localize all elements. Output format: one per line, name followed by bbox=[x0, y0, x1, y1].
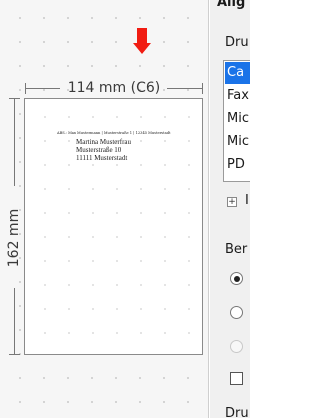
height-dimension-tick-bottom bbox=[9, 354, 20, 355]
envelope-preview: ABS.: Max Mustermann | Musterstraße 1 | … bbox=[24, 98, 203, 355]
bottom-section-label: Dru bbox=[225, 406, 249, 418]
printer-listbox[interactable]: Ca Fax Mic Mic PD bbox=[223, 60, 250, 182]
printer-list-item[interactable]: PD bbox=[225, 154, 250, 176]
feed-direction-arrow-head-icon bbox=[133, 43, 151, 54]
sender-return-address: ABS.: Max Mustermann | Musterstraße 1 | … bbox=[57, 131, 171, 135]
width-dimension-tick-left bbox=[25, 83, 26, 94]
section-label: Ber bbox=[225, 242, 248, 257]
printer-list-item[interactable]: Mic bbox=[225, 131, 250, 153]
height-dimension-line-top bbox=[14, 98, 15, 186]
panel-title: Allg bbox=[217, 0, 246, 10]
printer-list-item[interactable]: Ca bbox=[225, 62, 250, 84]
envelope-preview-area: 114 mm (C6) 162 mm ABS.: Max Mustermann … bbox=[0, 0, 209, 418]
option-checkbox[interactable] bbox=[230, 372, 243, 385]
printer-label: Dru bbox=[225, 35, 249, 50]
envelope-width-label: 114 mm (C6) bbox=[67, 80, 161, 96]
envelope-height-label: 162 mm bbox=[6, 208, 22, 268]
printer-list-item[interactable]: Fax bbox=[225, 85, 250, 107]
width-dimension-line-right bbox=[167, 88, 202, 89]
expand-plus-icon[interactable]: + bbox=[227, 197, 237, 207]
height-dimension-line-bottom bbox=[14, 288, 15, 354]
radio-option-2[interactable] bbox=[230, 306, 243, 319]
width-dimension-line-left bbox=[25, 88, 60, 89]
expander-label[interactable]: I bbox=[245, 193, 249, 208]
settings-panel: Allg Dru Ca Fax Mic Mic PD + I Ber Dru bbox=[210, 0, 250, 418]
width-dimension-tick-right bbox=[202, 83, 203, 94]
feed-direction-arrow-icon bbox=[137, 28, 147, 43]
envelope-print-dialog: 114 mm (C6) 162 mm ABS.: Max Mustermann … bbox=[0, 0, 250, 418]
printer-list-item[interactable]: Mic bbox=[225, 108, 250, 130]
recipient-city: 11111 Musterstadt bbox=[76, 154, 128, 162]
radio-option-3 bbox=[230, 340, 243, 353]
height-dimension-tick-top bbox=[9, 98, 20, 99]
radio-option-1[interactable] bbox=[230, 272, 243, 285]
